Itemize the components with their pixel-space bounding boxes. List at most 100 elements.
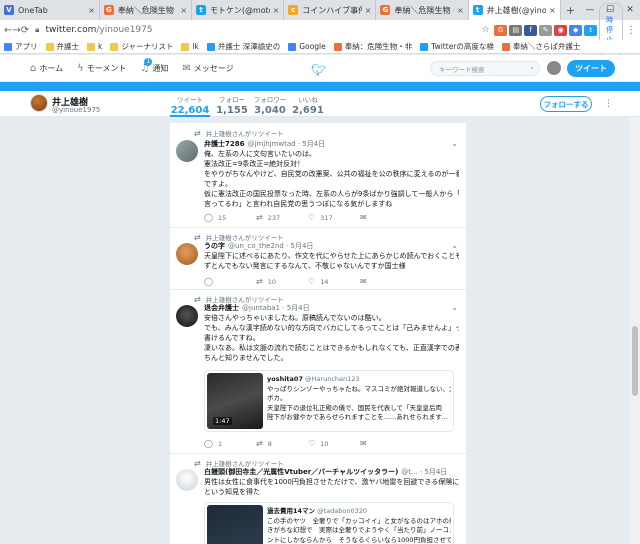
- browser-tab-active[interactable]: t 井上雄樹(@yinoue ×: [468, 0, 561, 20]
- like-button[interactable]: ♡ 10: [308, 439, 360, 448]
- twitter-favicon-icon: t: [196, 5, 207, 15]
- chevron-down-icon[interactable]: ⌄: [451, 139, 458, 148]
- dm-button[interactable]: ✉: [360, 439, 412, 448]
- bookmark-link[interactable]: Google: [288, 42, 326, 51]
- nav-messages[interactable]: ✉ メッセージ: [182, 63, 233, 74]
- tweet-item[interactable]: ⇄ 井上雄樹さんがリツイート 退会弁護士 @juntaba1 · 5月4日 ⌄ 安倍…: [170, 290, 466, 454]
- video-thumbnail[interactable]: 1:47: [207, 373, 263, 429]
- tweet-avatar[interactable]: [176, 305, 198, 327]
- bookmark-label: Google: [299, 42, 326, 51]
- retweet-button[interactable]: ⇄ 237: [256, 213, 308, 222]
- nav-notifications[interactable]: ♫ 1 通知: [140, 57, 168, 74]
- close-icon[interactable]: ×: [457, 6, 464, 15]
- tweet-avatar[interactable]: [176, 140, 198, 162]
- like-button[interactable]: ♡ 317: [308, 213, 360, 222]
- bookmark-folder[interactable]: ジャーナリスト: [110, 41, 173, 52]
- browser-tab-4[interactable]: c コインハイブ事件 · ×: [284, 0, 377, 20]
- chevron-down-icon[interactable]: ⌄: [451, 241, 458, 250]
- tweet-text-line: 天皇陛下に述べるにあたり、作文を代にやらせた上にあらかじめ読んでおくこともしな: [204, 252, 459, 260]
- bookmark-link[interactable]: 奉納＼さらば弁護士: [501, 41, 580, 52]
- stat-likes[interactable]: いいね 2,691: [288, 94, 328, 116]
- tweet-avatar[interactable]: [176, 469, 198, 491]
- tweet-actions: ◯ ⇄ 10 ♡ 14 ✉: [204, 277, 412, 286]
- url-field[interactable]: 🔒︎ twitter.com/yinoue1975: [35, 22, 475, 38]
- scrollbar-thumb[interactable]: [632, 326, 638, 396]
- browser-tab-2[interactable]: G 奉納＼危険生物・非 ×: [100, 0, 193, 20]
- twitter-bird-icon[interactable]: 🐦︎: [311, 63, 326, 77]
- profile-avatar[interactable]: [30, 94, 48, 112]
- tweet-item[interactable]: ⇄ 井上雄樹さんがリツイート 白饅頭(御田寺圭／光属性Vtuber／バーチャルツイ…: [170, 454, 466, 544]
- reload-icon[interactable]: ⟳: [21, 25, 29, 36]
- extension-icon[interactable]: t: [584, 24, 598, 36]
- extension-icon[interactable]: ✎: [539, 24, 553, 36]
- tweet-display-name[interactable]: 弁護士7286: [204, 139, 244, 149]
- close-icon[interactable]: ×: [88, 6, 95, 15]
- bookmarks-bar: アプリ 弁護士 k ジャーナリスト lk 弁護士 深澤諭史の Google 奉納…: [0, 40, 640, 54]
- reply-button[interactable]: ◯ 1: [204, 439, 256, 448]
- tweet-item[interactable]: ⇄ 井上雄樹さんがリツイート うの字 @un_co_the2nd · 5月4日 ⌄ …: [170, 228, 466, 290]
- bookmark-folder[interactable]: 弁護士: [45, 41, 79, 52]
- browser-tab-onetab[interactable]: V OneTab ×: [0, 0, 100, 20]
- extension-icon[interactable]: G: [494, 24, 508, 36]
- window-close-icon[interactable]: ✕: [620, 0, 640, 20]
- retweet-button[interactable]: ⇄ 10: [256, 277, 308, 286]
- extension-icon[interactable]: ◉: [554, 24, 568, 36]
- bookmark-folder[interactable]: lk: [181, 42, 199, 51]
- minimize-icon[interactable]: —: [580, 0, 600, 20]
- tweet-display-name[interactable]: うの字: [204, 241, 225, 251]
- extension-icon[interactable]: f: [524, 24, 538, 36]
- like-button[interactable]: ♡ 14: [308, 277, 360, 286]
- bookmark-link[interactable]: 奉納：危険生物・非: [333, 41, 412, 52]
- stat-label: いいね: [298, 96, 318, 104]
- bookmark-link[interactable]: 弁護士 深澤諭史の: [206, 41, 280, 52]
- nav-moments[interactable]: ϟ モーメント: [77, 63, 126, 74]
- quoted-tweet-card[interactable]: 1:47 yoshita07 @Harunchan123 やっぱりシンゾーやっち…: [204, 370, 454, 432]
- more-options-icon[interactable]: ⋮: [604, 99, 613, 109]
- close-icon[interactable]: ×: [365, 6, 372, 15]
- tweet-avatar[interactable]: [176, 243, 198, 265]
- tweet-display-name[interactable]: 退会弁護士: [204, 303, 239, 313]
- nav-home[interactable]: ⌂ ホーム: [30, 63, 63, 74]
- new-tab-button[interactable]: +: [561, 0, 580, 20]
- search-input[interactable]: キーワード検索 ⌕: [430, 61, 540, 76]
- retweet-button[interactable]: ⇄ 8: [256, 439, 308, 448]
- close-icon[interactable]: ×: [273, 6, 280, 15]
- browser-tab-5[interactable]: G 奉納＼危険生物・非 ×: [376, 0, 469, 20]
- close-icon[interactable]: ×: [549, 6, 556, 15]
- tweet-display-name[interactable]: 白饅頭(御田寺圭／光属性Vtuber／バーチャルツイッタラー): [204, 467, 398, 477]
- stat-following[interactable]: フォロー 1,155: [212, 94, 252, 116]
- forward-arrow-icon[interactable]: →: [12, 25, 20, 36]
- chevron-down-icon[interactable]: ⌄: [451, 303, 458, 312]
- dm-button[interactable]: ✉: [360, 213, 412, 222]
- bookmark-link[interactable]: Twitterの高度な検: [420, 41, 494, 52]
- bookmark-label: Twitterの高度な検: [431, 42, 494, 51]
- retweet-context: ⇄ 井上雄樹さんがリツイート: [194, 128, 284, 139]
- browser-tab-3[interactable]: t モトケン(@motoken ×: [192, 0, 285, 20]
- stat-value: 22,604: [170, 105, 210, 116]
- star-icon[interactable]: ☆: [479, 25, 492, 36]
- extension-icon[interactable]: ▤: [509, 24, 523, 36]
- tweet-button[interactable]: ツイート: [567, 60, 615, 77]
- quoted-tweet-card[interactable]: 過去費用14マン @tadabon0320 この手のヤツ 全奢りで「カッコイイ」…: [204, 502, 454, 544]
- reply-button[interactable]: ◯ 15: [204, 213, 256, 222]
- like-count: 14: [320, 277, 329, 286]
- bookmark-apps[interactable]: アプリ: [4, 41, 38, 52]
- dm-button[interactable]: ✉: [360, 277, 412, 286]
- account-avatar[interactable]: [547, 61, 561, 75]
- reply-button[interactable]: ◯: [204, 277, 256, 286]
- site-favicon-icon: [333, 42, 342, 51]
- follow-button[interactable]: フォローする: [540, 96, 592, 112]
- extension-icon[interactable]: ◆: [569, 24, 583, 36]
- retweet-icon: ⇄: [256, 213, 263, 222]
- tweet-item[interactable]: ⇄ 井上雄樹さんがリツイート 弁護士7286 @jmjhjmwtad · 5月4日 …: [170, 123, 466, 228]
- close-icon[interactable]: ×: [180, 6, 187, 15]
- back-arrow-icon[interactable]: ←: [4, 25, 12, 36]
- image-thumbnail[interactable]: [207, 505, 263, 544]
- browser-menu-icon[interactable]: ⋮: [626, 25, 636, 36]
- stat-tweets[interactable]: ツイート 22,604: [170, 94, 210, 117]
- stat-followers[interactable]: フォロワー 3,040: [250, 94, 290, 116]
- bookmark-folder[interactable]: k: [87, 42, 102, 51]
- page-scrollbar[interactable]: [630, 117, 640, 544]
- site-favicon-icon: c: [288, 5, 299, 15]
- stat-value: 3,040: [254, 105, 286, 116]
